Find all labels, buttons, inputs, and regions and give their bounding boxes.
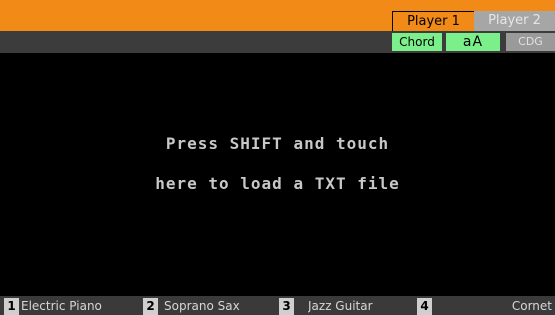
tab-player-1[interactable]: Player 1 — [392, 11, 474, 31]
slot-label-cornet[interactable]: Cornet — [436, 298, 552, 315]
slot-number-4[interactable]: 4 — [417, 298, 432, 315]
slot-label-jazz-guitar[interactable]: Jazz Guitar — [308, 298, 416, 315]
slot-label-electric-piano[interactable]: Electric Piano — [21, 298, 139, 315]
chord-button[interactable]: Chord — [392, 33, 442, 51]
slot-number-3[interactable]: 3 — [279, 298, 294, 315]
slot-number-2[interactable]: 2 — [143, 298, 158, 315]
slot-label-soprano-sax[interactable]: Soprano Sax — [164, 298, 276, 315]
cdg-button[interactable]: CDG — [506, 33, 555, 51]
load-message-line-2: here to load a TXT file — [155, 174, 400, 193]
text-size-button[interactable]: aA — [446, 33, 500, 51]
slot-number-1[interactable]: 1 — [4, 298, 19, 315]
load-message-line-1: Press SHIFT and touch — [165, 134, 390, 153]
tab-player-2[interactable]: Player 2 — [474, 11, 555, 31]
